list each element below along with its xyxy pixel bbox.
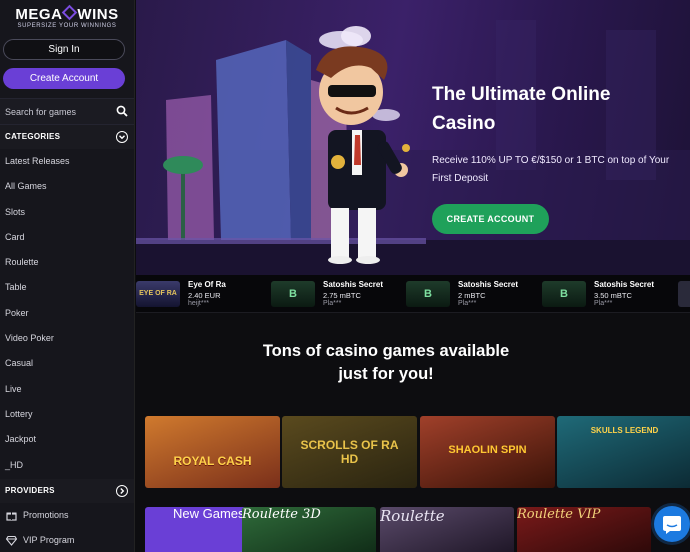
category-video-poker[interactable]: Video Poker (0, 326, 134, 351)
game-card-roulette[interactable]: Roulette (380, 507, 514, 552)
ticker-thumb: B (271, 281, 315, 307)
logo-brand-left: MEGA (15, 6, 63, 23)
logo-brand-right: WINS (77, 6, 119, 23)
games-headline-line1: Tons of casino games available (262, 342, 510, 360)
category-table[interactable]: Table (0, 275, 134, 300)
game-title: Roulette 3D (242, 507, 321, 522)
ticker-thumb: B (542, 281, 586, 307)
category-live[interactable]: Live (0, 377, 134, 402)
ticker-user: Pla*** (323, 300, 342, 307)
games-headline: Tons of casino games available just for … (136, 340, 636, 386)
games-headline-line2: just for you! (338, 365, 434, 383)
category-hd[interactable]: _HD (0, 453, 134, 478)
game-card-skulls-legend[interactable]: SKULLS LEGEND (557, 416, 690, 488)
search-bar (0, 98, 134, 125)
category-lottery[interactable]: Lottery (0, 402, 134, 427)
category-casual[interactable]: Casual (0, 351, 134, 376)
game-card-royal-cash[interactable]: ROYAL CASH (145, 416, 280, 488)
ticker-overflow-thumb (678, 281, 690, 307)
categories-header[interactable]: CATEGORIES (0, 125, 134, 149)
page: MEGA WINS SUPERSIZE YOUR WINNINGS Sign In… (0, 0, 690, 552)
category-card[interactable]: Card (0, 225, 134, 250)
hero-subtitle: Receive 110% UP TO €/$150 or 1 BTC on to… (432, 155, 670, 184)
category-slots[interactable]: Slots (0, 200, 134, 225)
nav-vip-label: VIP Program (23, 535, 75, 546)
search-input[interactable] (0, 99, 110, 124)
chevron-down-icon[interactable] (116, 131, 128, 143)
game-card-shaolin-spin[interactable]: SHAOLIN SPIN (420, 416, 555, 488)
logo[interactable]: MEGA WINS SUPERSIZE YOUR WINNINGS (0, 0, 134, 36)
sign-in-button[interactable]: Sign In (3, 39, 125, 60)
game-title: SHAOLIN SPIN (448, 444, 527, 456)
ticker-amount: 2.75 mBTC (323, 291, 361, 300)
ticker-game: Satoshis Secret (323, 280, 384, 289)
game-title: Roulette (380, 507, 445, 525)
live-chat-button[interactable] (654, 506, 690, 542)
ticker-thumb: EYE OF RA (136, 281, 180, 307)
category-jackpot[interactable]: Jackpot (0, 427, 134, 452)
nav-promotions-label: Promotions (23, 510, 69, 521)
logo-tagline: SUPERSIZE YOUR WINNINGS (17, 23, 117, 29)
game-card-scrolls-of-ra[interactable]: SCROLLS OF RA HD (282, 416, 417, 488)
ticker-amount: 2.40 EUR (188, 291, 221, 300)
create-account-button[interactable]: Create Account (3, 68, 125, 89)
search-icon[interactable] (116, 105, 128, 117)
ticker-user: Pla*** (594, 300, 613, 307)
categories-heading: CATEGORIES (5, 132, 61, 141)
ticker-game: Satoshis Secret (458, 280, 519, 289)
game-title: ROYAL CASH (173, 454, 252, 468)
gift-icon (6, 512, 17, 521)
nav-vip-program[interactable]: VIP Program (0, 528, 134, 552)
category-all-games[interactable]: All Games (0, 174, 134, 199)
category-poker[interactable]: Poker (0, 301, 134, 326)
nav-promotions[interactable]: Promotions (0, 503, 134, 528)
hero-create-account-button[interactable]: CREATE ACCOUNT (432, 204, 549, 234)
ticker-thumb: B (406, 281, 450, 307)
providers-heading: PROVIDERS (5, 485, 55, 495)
ticker-user: heijt*** (188, 300, 210, 307)
ticker-amount: 2 mBTC (458, 291, 486, 300)
game-title: Roulette VIP (517, 507, 601, 522)
diamond-icon (6, 535, 17, 546)
logo-diamond-icon (62, 4, 78, 21)
providers-header[interactable]: PROVIDERS (0, 478, 134, 503)
game-card-roulette-vip[interactable]: Roulette VIP (517, 507, 651, 552)
ticker-amount: 3.50 mBTC (594, 291, 632, 300)
game-title: SCROLLS OF RA HD (300, 438, 399, 466)
sidebar: MEGA WINS SUPERSIZE YOUR WINNINGS Sign In… (0, 0, 135, 552)
game-title: SKULLS LEGEND (590, 426, 659, 435)
recent-wins-ticker: EYE OF RA Eye Of Ra 2.40 EUR heijt*** B … (136, 275, 690, 313)
hero-title: The Ultimate Online Casino (432, 84, 611, 134)
ticker-game: Eye Of Ra (188, 280, 226, 289)
category-roulette[interactable]: Roulette (0, 250, 134, 275)
ticker-user: Pla*** (458, 300, 477, 307)
chat-icon (663, 516, 681, 534)
game-card-roulette-3d[interactable]: Roulette 3D (242, 507, 376, 552)
ticker-game: Satoshis Secret (594, 280, 655, 289)
hero-banner: The Ultimate Online Casino Receive 110% … (136, 0, 690, 275)
chevron-right-icon[interactable] (116, 484, 128, 497)
category-latest-releases[interactable]: Latest Releases (0, 149, 134, 174)
